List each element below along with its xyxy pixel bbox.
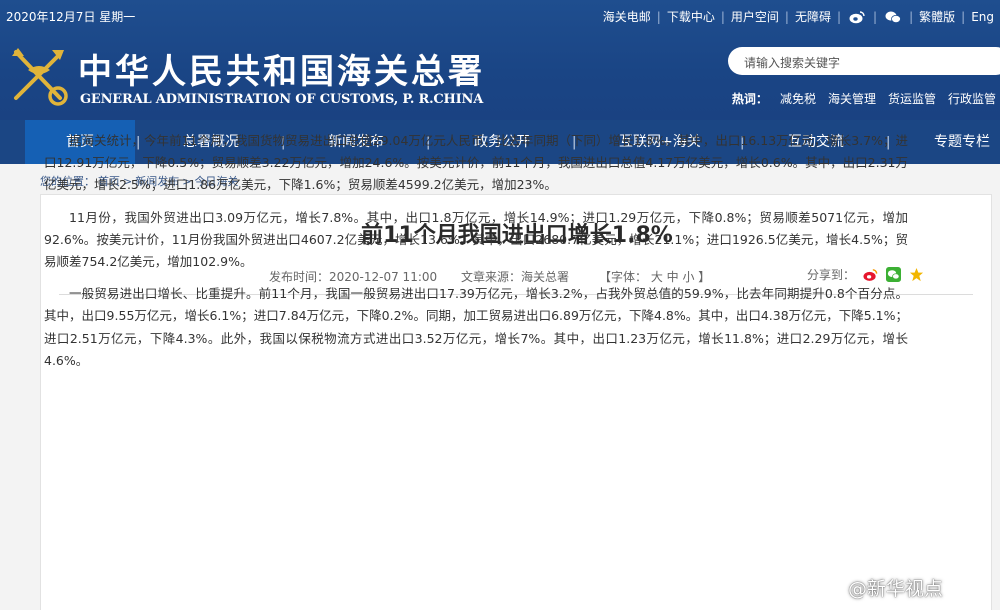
link-user-space[interactable]: 用户空间 [725,8,785,25]
hot-word-item[interactable]: 行政监管 [948,92,996,106]
wechat-icon[interactable] [885,10,901,24]
top-links: 海关电邮 | 下载中心 | 用户空间 | 无障碍 | | | 繁體版 | Eng [597,8,1000,25]
site-title-cn[interactable]: 中华人民共和国海关总署 [78,44,485,93]
link-english[interactable]: Eng [965,10,1000,24]
weibo-icon[interactable] [849,10,865,24]
xinhua-watermark: @新华视点 [822,574,943,601]
link-traditional-chinese[interactable]: 繁體版 [913,8,961,25]
weibo-watermark-icon [822,579,843,597]
article-body: 据海关统计，今年前11个月，我国货物贸易进出口总值29.04万亿元人民币，比去年… [44,130,908,382]
hot-word-item[interactable]: 货运监管 [888,92,936,106]
hot-word-item[interactable]: 海关管理 [828,92,876,106]
search-input[interactable]: 请输入搜索关键字 [728,47,1000,75]
search-placeholder: 请输入搜索关键字 [744,56,841,70]
article-paragraph: 一般贸易进出口增长、比重提升。前11个月，我国一般贸易进出口17.39万亿元，增… [44,286,908,368]
link-download-center[interactable]: 下载中心 [661,8,721,25]
current-date: 2020年12月7日 星期一 [6,10,136,24]
hot-words: 热词： 减免税 海关管理 货运监管 行政监管 [732,90,996,107]
article-paragraph: 11月份，我国外贸进出口3.09万亿元，增长7.8%。其中，出口1.8万亿元，增… [44,209,908,270]
site-header: 2020年12月7日 星期一 海关电邮 | 下载中心 | 用户空间 | 无障碍 | | … [0,0,1000,120]
customs-emblem-icon [12,48,68,106]
favorite-star-icon[interactable] [909,267,924,282]
watermark-text: @新华视点 [848,578,944,600]
link-accessibility[interactable]: 无障碍 [789,8,837,25]
nav-item-special[interactable]: 专题专栏 [934,120,990,164]
hot-words-label: 热词： [731,92,768,106]
top-bar: 2020年12月7日 星期一 海关电邮 | 下载中心 | 用户空间 | 无障碍 | | … [0,0,1000,32]
site-title-en: GENERAL ADMINISTRATION OF CUSTOMS, P. R.… [80,92,484,107]
article-paragraph: 据海关统计，今年前11个月，我国货物贸易进出口总值29.04万亿元人民币，比去年… [44,133,908,193]
hot-word-item[interactable]: 减免税 [780,92,816,106]
link-email[interactable]: 海关电邮 [597,8,657,25]
